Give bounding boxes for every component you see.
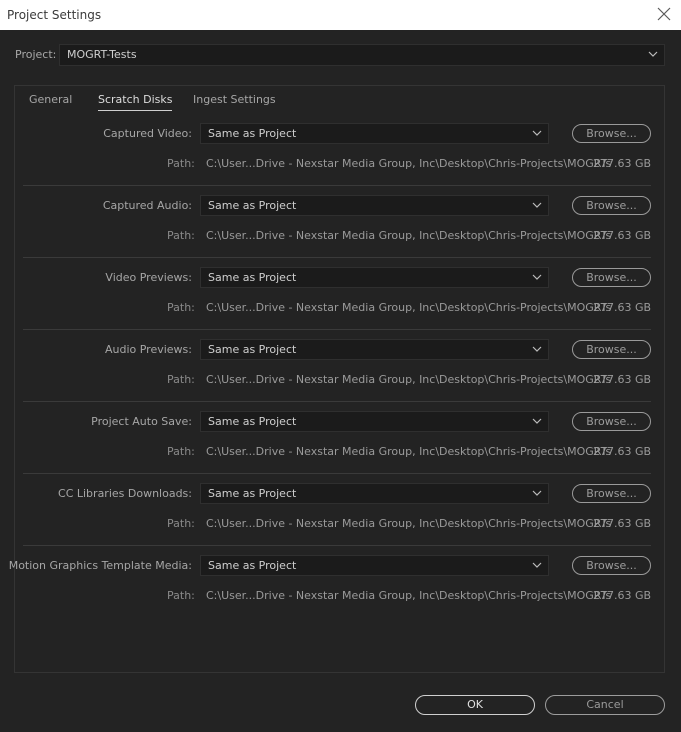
section-divider bbox=[23, 545, 651, 546]
scratch-disk-dropdown[interactable]: Same as Project bbox=[200, 123, 549, 144]
disk-space-value: 277.63 GB bbox=[593, 301, 652, 314]
browse-button[interactable]: Browse... bbox=[572, 412, 651, 431]
path-label: Path: bbox=[167, 229, 195, 242]
scratch-disk-label: Video Previews: bbox=[105, 271, 192, 284]
title-bar: Project Settings bbox=[0, 0, 681, 30]
path-label: Path: bbox=[167, 589, 195, 602]
chevron-down-icon bbox=[532, 490, 542, 496]
disk-space-value: 277.63 GB bbox=[593, 229, 652, 242]
scratch-disk-dropdown-value: Same as Project bbox=[208, 271, 297, 284]
scratch-disk-dropdown[interactable]: Same as Project bbox=[200, 555, 549, 576]
scratch-disk-label: Captured Video: bbox=[103, 127, 192, 140]
tab-scratch-disks[interactable]: Scratch Disks bbox=[98, 93, 173, 111]
disk-space-value: 277.63 GB bbox=[593, 157, 652, 170]
section-divider bbox=[23, 473, 651, 474]
chevron-down-icon bbox=[532, 562, 542, 568]
scratch-disk-label: Captured Audio: bbox=[102, 199, 192, 212]
disk-space-value: 277.63 GB bbox=[593, 589, 652, 602]
path-value: C:\User...Drive - Nexstar Media Group, I… bbox=[206, 589, 612, 602]
window-title: Project Settings bbox=[7, 8, 102, 22]
project-row: Project: MOGRT-Tests bbox=[15, 44, 665, 66]
chevron-down-icon bbox=[532, 202, 542, 208]
scratch-disk-motion-graphics-template-media: Motion Graphics Template Media: Same as P… bbox=[9, 555, 652, 627]
disk-space-value: 277.63 GB bbox=[593, 517, 652, 530]
chevron-down-icon bbox=[532, 274, 542, 280]
browse-button[interactable]: Browse... bbox=[572, 484, 651, 503]
path-value: C:\User...Drive - Nexstar Media Group, I… bbox=[206, 157, 612, 170]
scratch-disk-captured-audio: Captured Audio: Same as Project Browse... P… bbox=[23, 195, 651, 267]
scratch-disk-cc-libraries-downloads: CC Libraries Downloads: Same as Project Br… bbox=[23, 483, 651, 555]
scratch-disk-dropdown-value: Same as Project bbox=[208, 199, 297, 212]
project-label: Project: bbox=[15, 48, 57, 61]
path-label: Path: bbox=[167, 373, 195, 386]
settings-panel: General Scratch Disks Ingest Settings Ca… bbox=[9, 85, 665, 673]
scratch-disk-dropdown[interactable]: Same as Project bbox=[200, 195, 549, 216]
chevron-down-icon bbox=[648, 51, 658, 57]
scratch-disk-video-previews: Video Previews: Same as Project Browse... P… bbox=[23, 267, 651, 339]
section-divider bbox=[23, 257, 651, 258]
scratch-disk-audio-previews: Audio Previews: Same as Project Browse... P… bbox=[23, 339, 651, 411]
browse-button[interactable]: Browse... bbox=[572, 196, 651, 215]
path-label: Path: bbox=[167, 517, 195, 530]
scratch-disk-dropdown-value: Same as Project bbox=[208, 415, 297, 428]
chevron-down-icon bbox=[532, 346, 542, 352]
tab-general[interactable]: General bbox=[29, 93, 72, 106]
scratch-disk-dropdown[interactable]: Same as Project bbox=[200, 339, 549, 360]
disk-space-value: 277.63 GB bbox=[593, 445, 652, 458]
close-icon[interactable] bbox=[656, 6, 672, 22]
section-divider bbox=[23, 401, 651, 402]
cancel-button[interactable]: Cancel bbox=[545, 695, 665, 715]
path-label: Path: bbox=[167, 301, 195, 314]
browse-button[interactable]: Browse... bbox=[572, 124, 651, 143]
section-divider bbox=[23, 185, 651, 186]
scratch-disk-label: Audio Previews: bbox=[104, 343, 192, 356]
scratch-disk-dropdown-value: Same as Project bbox=[208, 343, 297, 356]
project-dropdown-value: MOGRT-Tests bbox=[67, 48, 137, 61]
path-value: C:\User...Drive - Nexstar Media Group, I… bbox=[206, 301, 612, 314]
ok-button[interactable]: OK bbox=[415, 695, 535, 715]
path-value: C:\User...Drive - Nexstar Media Group, I… bbox=[206, 445, 612, 458]
scratch-disk-label: CC Libraries Downloads: bbox=[58, 487, 192, 500]
scratch-disk-dropdown[interactable]: Same as Project bbox=[200, 483, 549, 504]
path-value: C:\User...Drive - Nexstar Media Group, I… bbox=[206, 229, 612, 242]
project-dropdown[interactable]: MOGRT-Tests bbox=[59, 44, 665, 66]
scratch-disk-dropdown[interactable]: Same as Project bbox=[200, 411, 549, 432]
scratch-disk-label: Motion Graphics Template Media: bbox=[8, 559, 192, 572]
section-divider bbox=[23, 329, 651, 330]
scratch-disk-dropdown[interactable]: Same as Project bbox=[200, 267, 549, 288]
disk-space-value: 277.63 GB bbox=[593, 373, 652, 386]
browse-button[interactable]: Browse... bbox=[572, 556, 651, 575]
scratch-disk-dropdown-value: Same as Project bbox=[208, 487, 297, 500]
scratch-disk-project-auto-save: Project Auto Save: Same as Project Browse.… bbox=[23, 411, 651, 483]
tab-ingest-settings[interactable]: Ingest Settings bbox=[193, 93, 276, 106]
chevron-down-icon bbox=[532, 418, 542, 424]
chevron-down-icon bbox=[532, 130, 542, 136]
scratch-disk-dropdown-value: Same as Project bbox=[208, 559, 297, 572]
browse-button[interactable]: Browse... bbox=[572, 340, 651, 359]
path-value: C:\User...Drive - Nexstar Media Group, I… bbox=[206, 373, 612, 386]
scratch-disk-captured-video: Captured Video: Same as Project Browse... P… bbox=[23, 123, 651, 195]
scratch-disk-dropdown-value: Same as Project bbox=[208, 127, 297, 140]
browse-button[interactable]: Browse... bbox=[572, 268, 651, 287]
path-label: Path: bbox=[167, 445, 195, 458]
path-label: Path: bbox=[167, 157, 195, 170]
path-value: C:\User...Drive - Nexstar Media Group, I… bbox=[206, 517, 612, 530]
scratch-disk-label: Project Auto Save: bbox=[91, 415, 192, 428]
